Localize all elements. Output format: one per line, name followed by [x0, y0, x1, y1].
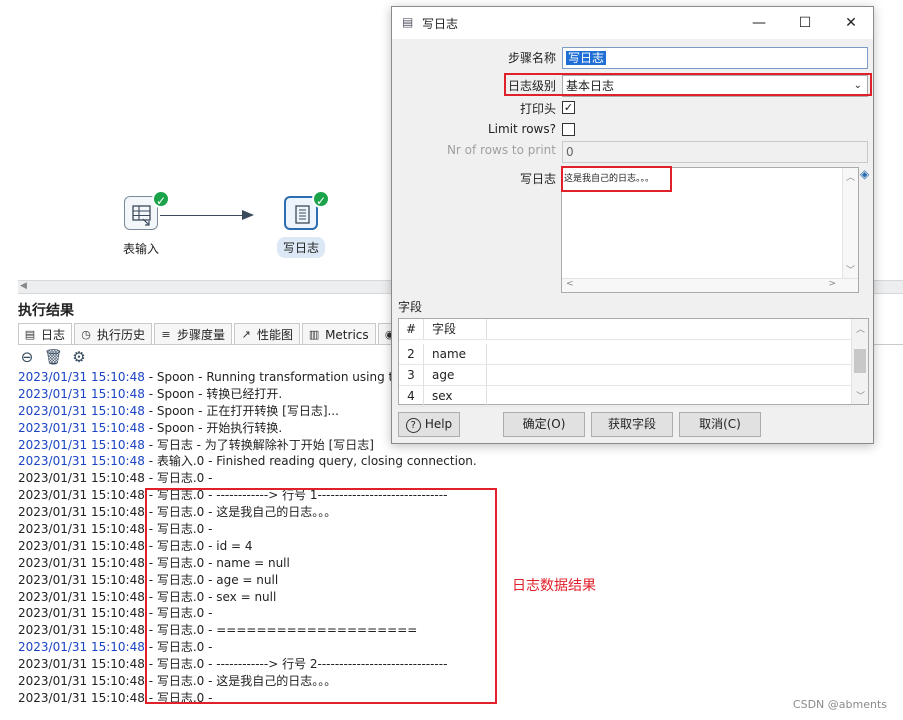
step-name-input[interactable]: 写日志	[562, 47, 868, 69]
cancel-button[interactable]: 取消(C)	[679, 412, 761, 437]
log-icon: ▤	[24, 327, 36, 341]
results-title: 执行结果	[18, 303, 74, 319]
metrics-icon: ▥	[308, 327, 320, 341]
step-label-write-log: 写日志	[277, 237, 326, 258]
watermark: CSDN @abments	[792, 698, 887, 711]
help-icon: ?	[405, 418, 421, 433]
print-header-checkbox[interactable]: ✓	[562, 101, 575, 114]
results-tabs: ▤ 日志 ◷ 执行历史 ≡ 步骤度量 ↗ 性能图 ▥ Metrics ◉	[18, 323, 408, 345]
hop-arrow-icon	[242, 210, 254, 220]
scroll-up-icon[interactable]: ︿	[846, 170, 855, 183]
print-header-label: 打印头	[519, 102, 556, 116]
textarea-horizontal-scrollbar[interactable]: < >	[562, 278, 858, 292]
minimize-icon[interactable]: —	[736, 7, 782, 39]
nr-rows-label: Nr of rows to print	[446, 143, 556, 157]
tab-performance-label: 性能图	[257, 328, 294, 342]
scroll-left-icon[interactable]: ◀	[20, 281, 27, 291]
limit-rows-label: Limit rows?	[487, 122, 556, 136]
help-label: Help	[424, 417, 453, 431]
scroll-left-icon[interactable]: <	[566, 279, 574, 289]
fields-label: 字段	[398, 300, 423, 314]
tab-performance[interactable]: ↗ 性能图	[234, 323, 301, 345]
table-header: # 字段	[399, 319, 851, 340]
log-highlight-box	[145, 488, 497, 704]
tab-log-label: 日志	[41, 328, 66, 342]
step-metrics-icon: ≡	[161, 327, 171, 341]
performance-chart-icon: ↗	[241, 327, 251, 341]
table-vertical-scrollbar[interactable]: ︿ ﹀	[851, 319, 868, 404]
write-log-icon: ▤	[402, 15, 414, 29]
log-line: 2023/01/31 15:10:48 - 表输入.0 - Finished r…	[18, 454, 477, 469]
row-num: 2	[399, 344, 424, 365]
limit-rows-checkbox[interactable]	[562, 123, 575, 136]
annotation-text: 日志数据结果	[512, 578, 596, 594]
variable-diamond-icon: ◈	[860, 167, 870, 181]
col-num-header[interactable]: #	[399, 319, 424, 340]
tab-step-metrics[interactable]: ≡ 步骤度量	[154, 323, 233, 345]
col-field-header[interactable]: 字段	[424, 319, 487, 340]
history-icon: ◷	[81, 327, 91, 341]
row-field[interactable]: age	[424, 365, 487, 386]
log-line: 2023/01/31 15:10:48 - 写日志.0 -	[18, 471, 213, 486]
log-message-highlight-box	[561, 166, 672, 192]
row-field[interactable]: name	[424, 344, 487, 365]
tab-metrics[interactable]: ▥ Metrics	[302, 323, 376, 345]
hop-line[interactable]	[160, 215, 250, 216]
success-check-icon: ✓	[152, 190, 170, 208]
table-row[interactable]: 4 sex	[399, 386, 851, 407]
settings-gear-icon[interactable]: ⚙	[70, 348, 88, 366]
row-num: 3	[399, 365, 424, 386]
log-message-label: 写日志	[519, 172, 556, 186]
scroll-down-icon[interactable]: ﹀	[846, 263, 855, 276]
ok-button[interactable]: 确定(O)	[503, 412, 585, 437]
scroll-right-icon[interactable]: >	[828, 279, 836, 289]
dialog-title: 写日志	[422, 17, 459, 31]
table-row[interactable]: 3 age	[399, 365, 851, 386]
success-check-icon: ✓	[312, 190, 330, 208]
tab-step-metrics-label: 步骤度量	[177, 328, 226, 342]
row-field[interactable]: sex	[424, 386, 487, 407]
scroll-down-icon[interactable]: ﹀	[856, 389, 865, 402]
tab-metrics-label: Metrics	[325, 327, 369, 342]
write-log-dialog: ▤ 写日志 — ☐ ✕ 步骤名称 写日志 日志级别 基本日志 ⌄ 打印头 ✓ L…	[391, 6, 874, 444]
get-fields-button[interactable]: 获取字段	[591, 412, 673, 437]
step-label-table-input: 表输入	[123, 242, 160, 256]
table-row[interactable]: 2 name	[399, 344, 851, 365]
scroll-thumb[interactable]	[854, 349, 866, 373]
stop-icon[interactable]: ⊖	[18, 348, 36, 366]
tab-history[interactable]: ◷ 执行历史	[74, 323, 153, 345]
scroll-up-icon[interactable]: ︿	[856, 322, 865, 335]
row-num: 4	[399, 386, 424, 407]
step-name-label: 步骤名称	[507, 51, 556, 65]
close-icon[interactable]: ✕	[828, 7, 874, 39]
help-button[interactable]: ? Help	[398, 412, 460, 437]
tab-log[interactable]: ▤ 日志	[18, 323, 73, 345]
fields-table: # 字段 2 name 3 age 4 sex ︿ ﹀	[398, 318, 869, 407]
tab-history-label: 执行历史	[97, 328, 146, 342]
log-level-highlight-box	[504, 73, 872, 96]
maximize-icon[interactable]: ☐	[782, 7, 828, 39]
textarea-vertical-scrollbar[interactable]: ︿ ﹀	[842, 168, 858, 292]
nr-rows-input[interactable]: 0	[562, 141, 868, 163]
trash-icon[interactable]: 🗑	[44, 348, 63, 366]
log-toolbar: ⊖ 🗑 ⚙	[18, 348, 88, 366]
step-name-value: 写日志	[566, 51, 607, 65]
dialog-titlebar[interactable]: ▤ 写日志 — ☐ ✕	[392, 7, 873, 39]
